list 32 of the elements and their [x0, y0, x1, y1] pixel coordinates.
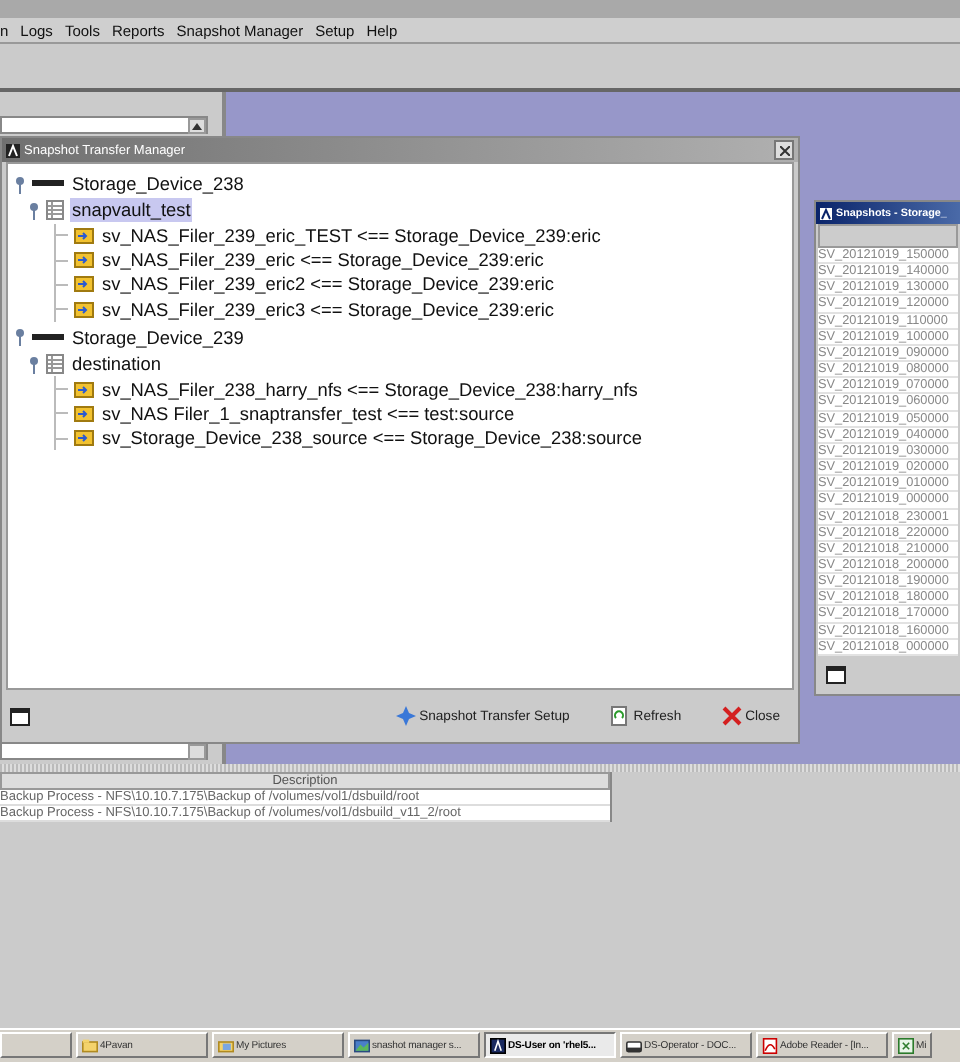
column-header[interactable] [818, 224, 958, 248]
folder-icon [74, 379, 94, 400]
tree-item[interactable]: sv_Storage_Device_238_source <== Storage_Device_238:source [100, 426, 644, 451]
tree-item[interactable]: sv_NAS_Filer_239_eric_TEST <== Storage_Device_239:eric [100, 223, 603, 248]
table-icon [46, 200, 64, 221]
star-icon [395, 706, 416, 726]
tree-item[interactable]: sv_NAS_Filer_239_eric2 <== Storage_Device_239:eric [100, 272, 556, 297]
folder-icon [74, 403, 94, 424]
scroll-up-icon [188, 118, 206, 134]
tree-item[interactable]: Storage_Device_238 [70, 172, 246, 197]
tree-item[interactable]: snapvault_test [70, 198, 193, 223]
tree-item[interactable]: Storage_Device_239 [70, 325, 246, 350]
app-icon [820, 207, 832, 219]
tree-item[interactable]: sv_NAS_Filer_239_eric3 <== Storage_Device_239:eric [100, 297, 556, 322]
folder-icon [74, 428, 94, 449]
scroll-down-icon [188, 744, 206, 760]
refresh-icon [609, 706, 630, 726]
folder-icon [74, 299, 94, 320]
tree-item[interactable]: sv_NAS_Filer_238_harry_nfs <== Storage_Device_238:harry_nfs [100, 377, 640, 402]
close-icon [779, 145, 789, 155]
table-icon [46, 354, 64, 375]
close-icon [721, 706, 742, 726]
taskbar-button[interactable] [0, 1032, 72, 1058]
close-button[interactable] [774, 140, 794, 160]
app-icon [6, 143, 20, 157]
tree-item[interactable]: destination [70, 352, 163, 377]
tree-item[interactable]: sv_NAS_Filer_239_eric <== Storage_Device_239:eric [100, 248, 546, 273]
list-field[interactable] [0, 116, 208, 134]
tree-item[interactable]: sv_NAS Filer_1_snaptransfer_test <== test:source [100, 401, 517, 426]
folder-icon [74, 250, 94, 271]
folder-icon [74, 274, 94, 295]
folder-icon [74, 225, 94, 246]
